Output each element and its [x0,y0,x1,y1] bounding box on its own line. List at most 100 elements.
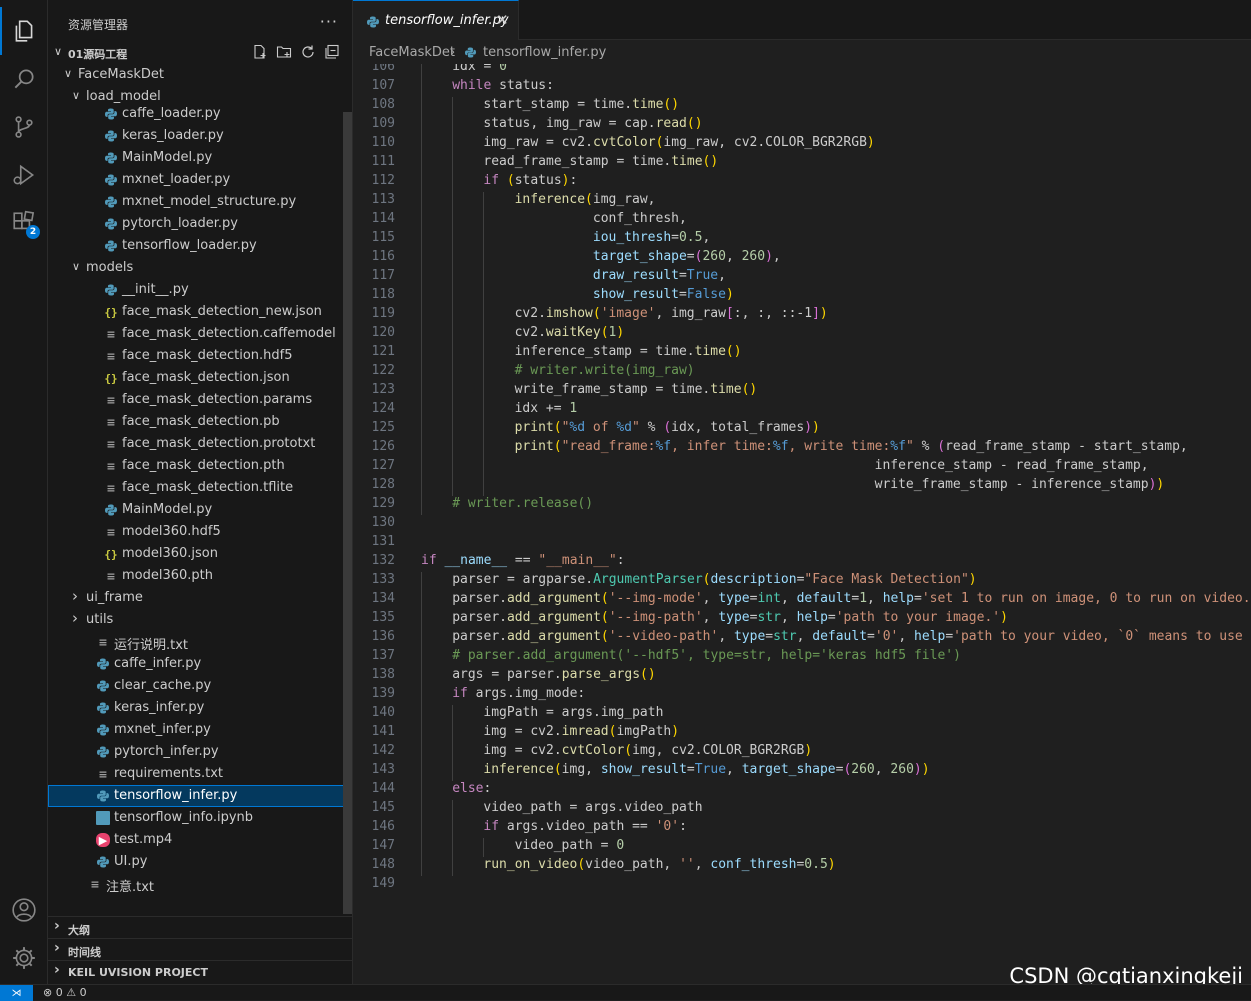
tree-file-tensorflow-info-ipynb[interactable]: tensorflow_info.ipynb [48,807,352,829]
line-number: 108 [371,97,395,112]
chevron-right-icon: › [54,918,60,934]
activity-bar: 2 [0,0,48,984]
python-file-icon [104,151,118,165]
line-number: 119 [371,306,395,321]
code-token: = [914,591,922,606]
indent-guide [483,458,485,477]
code-token: write_frame_stamp = time. [514,382,711,397]
tree-file-model360-hdf5[interactable]: ≡ model360.hdf5 [48,521,352,543]
code-text: draw_result=True, [515,268,726,283]
code-text: read_frame_stamp = time.time() [483,154,718,169]
tree-file-face-mask-detection-hdf5[interactable]: ≡ face_mask_detection.hdf5 [48,345,352,367]
tree-file-face-mask-detection-params[interactable]: ≡ face_mask_detection.params [48,389,352,411]
tree-folder-models[interactable]: ∨ models [48,257,352,279]
line-number: 147 [371,838,395,853]
new-folder-icon[interactable] [276,44,292,60]
tree-file-mainmodel-py[interactable]: MainModel.py [48,499,352,521]
code-token: , [780,591,797,606]
tree-file-face-mask-detection-tflite[interactable]: ≡ face_mask_detection.tflite [48,477,352,499]
tree-file-mxnet-infer-py[interactable]: mxnet_infer.py [48,719,352,741]
code-token: status, img_raw = cap. [483,116,656,131]
tree-file-mainmodel-py[interactable]: MainModel.py [48,147,352,169]
explorer-button[interactable] [0,7,48,55]
code-token: add_argument [506,610,601,625]
indent-guide [452,838,454,857]
tree-file-ui-py[interactable]: UI.py [48,851,352,873]
tree-file-mxnet-loader-py[interactable]: mxnet_loader.py [48,169,352,191]
tree-file-keras-infer-py[interactable]: keras_infer.py [48,697,352,719]
tab-tensorflow-infer[interactable]: tensorflow_infer.py ✕ [353,0,519,40]
indent-guide [452,458,454,477]
source-control-button[interactable] [0,103,48,151]
code-token: 260 [890,762,914,777]
code-token: = [686,762,695,777]
tree-file-clear-cache-py[interactable]: clear_cache.py [48,675,352,697]
tree-file-keras-loader-py[interactable]: keras_loader.py [48,125,352,147]
tree-file-test-mp4[interactable]: ▶ test.mp4 [48,829,352,851]
panel-section-0[interactable]: › 大纲 [48,916,352,939]
tree-file-face-mask-detection-prototxt[interactable]: ≡ face_mask_detection.prototxt [48,433,352,455]
line-number: 132 [371,553,395,568]
indent-guide [421,724,422,743]
text-file-icon: ≡ [106,481,116,495]
tree-file-txt[interactable]: ≡ 注意.txt [48,873,352,896]
code-token: == [507,553,539,568]
workspace-folder-name: 01源码工程 [68,48,128,61]
code-token: 1 [569,401,578,416]
breadcrumb-file[interactable]: tensorflow_infer.py [483,45,606,60]
code-token: waitKey [545,325,601,340]
run-debug-button[interactable] [0,151,48,199]
tree-item-label: ui_frame [86,590,143,605]
code-token: = [945,629,954,644]
accounts-button[interactable] [0,886,48,934]
tree-file-model360-json[interactable]: {} model360.json [48,543,352,565]
code-token: cvtColor [561,743,625,758]
tree-file-mxnet-model-structure-py[interactable]: mxnet_model_structure.py [48,191,352,213]
panel-section-1[interactable]: › 时间线 [48,938,352,961]
tree-folder-ui-frame[interactable]: › ui_frame [48,587,352,609]
tree-file-face-mask-detection-pb[interactable]: ≡ face_mask_detection.pb [48,411,352,433]
extensions-button[interactable]: 2 [0,199,48,247]
breadcrumb-folder[interactable]: FaceMaskDet [369,45,455,60]
code-token: ) [561,173,570,188]
tree-file-face-mask-detection-caffemodel[interactable]: ≡ face_mask_detection.caffemodel [48,323,352,345]
text-file-icon: ≡ [106,525,116,539]
python-file-icon [465,47,476,58]
text-file-icon: ≡ [106,415,116,429]
line-number: 122 [371,363,395,378]
line-number: 144 [371,781,395,796]
tree-file-model360-pth[interactable]: ≡ model360.pth [48,565,352,587]
problems-indicator[interactable]: ⊗ 0 ⚠ 0 [43,986,87,999]
tree-file-caffe-infer-py[interactable]: caffe_infer.py [48,653,352,675]
tree-file-tensorflow-infer-py[interactable]: tensorflow_infer.py [48,785,352,807]
tree-file-face-mask-detection-json[interactable]: {} face_mask_detection.json [48,367,352,389]
code-token: ( [577,857,586,872]
tree-file-pytorch-loader-py[interactable]: pytorch_loader.py [48,213,352,235]
refresh-icon[interactable] [300,44,316,60]
code-token: : [569,173,578,188]
more-actions-button[interactable]: ··· [320,12,338,31]
tree-file-init-py[interactable]: __init__.py [48,279,352,301]
search-icon [14,69,34,89]
search-button[interactable] [0,55,48,103]
manage-button[interactable] [0,934,48,982]
close-icon[interactable]: ✕ [496,11,509,29]
sidebar-scrollbar[interactable] [343,112,352,914]
indent-guide [452,249,454,268]
tree-folder-facemaskdet[interactable]: ∨ FaceMaskDet [48,64,352,86]
workspace-folder-header[interactable]: ∨ 01源码工程 [48,42,352,64]
tree-file-pytorch-infer-py[interactable]: pytorch_infer.py [48,741,352,763]
tree-folder-utils[interactable]: › utils [48,609,352,631]
remote-indicator[interactable]: ⋊ [0,985,33,1001]
code-editor[interactable]: 106 idx = 0 107 while status: 108 start_stamp… [353,64,1251,984]
tree-file-requirements-txt[interactable]: ≡ requirements.txt [48,763,352,785]
tree-file-face-mask-detection-new-json[interactable]: {} face_mask_detection_new.json [48,301,352,323]
collapse-all-icon[interactable] [324,44,340,60]
tree-file-txt[interactable]: ≡ 运行说明.txt [48,631,352,654]
new-file-icon[interactable] [252,44,268,60]
tree-file-face-mask-detection-pth[interactable]: ≡ face_mask_detection.pth [48,455,352,477]
panel-section-2[interactable]: › KEIL UVISION PROJECT [48,960,352,983]
tree-file-tensorflow-loader-py[interactable]: tensorflow_loader.py [48,235,352,257]
code-token: 1 [859,591,868,606]
tree-file-caffe-loader-py[interactable]: caffe_loader.py [48,103,352,125]
